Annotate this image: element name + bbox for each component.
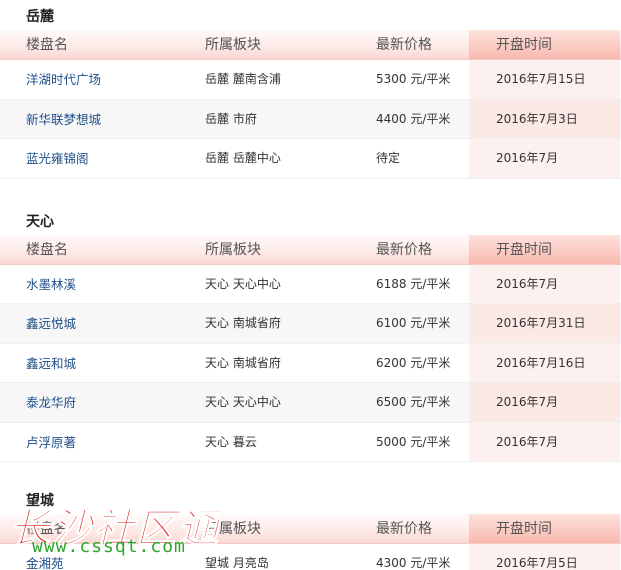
header-name: 楼盘名 xyxy=(26,521,68,537)
district-cell: 天心 天心中心 xyxy=(205,276,281,291)
price-cell: 6500 元/平米 xyxy=(376,395,451,409)
section-title: 岳麓 xyxy=(26,9,54,25)
property-link[interactable]: 蓝光雍锦阁 xyxy=(26,139,89,178)
district-cell: 岳麓 岳麓中心 xyxy=(205,151,281,165)
open-time-cell: 2016年7月5日 xyxy=(469,544,620,570)
open-time-cell: 2016年7月15日 xyxy=(469,60,620,99)
section-wangcheng: 望城 楼盘名 所属板块 最新价格 开盘时间 金湘苑 望城 月亮岛 4300 元/… xyxy=(0,484,621,570)
table-row: 鑫远悦城 天心 南城省府 6100 元/平米 2016年7月31日 xyxy=(0,304,621,344)
table-header: 楼盘名 所属板块 最新价格 开盘时间 xyxy=(0,234,621,265)
header-price: 最新价格 xyxy=(376,241,432,258)
table-row: 洋湖时代广场 岳麓 麓南含浦 5300 元/平米 2016年7月15日 xyxy=(0,60,621,100)
section-yuelu: 岳麓 楼盘名 所属板块 最新价格 开盘时间 洋湖时代广场 岳麓 麓南含浦 530… xyxy=(0,0,621,179)
header-price: 最新价格 xyxy=(376,521,432,537)
property-link[interactable]: 鑫远悦城 xyxy=(26,304,76,343)
section-title: 望城 xyxy=(26,493,54,509)
property-link[interactable]: 洋湖时代广场 xyxy=(26,60,101,99)
price-cell: 待定 xyxy=(376,151,401,165)
price-cell: 6100 元/平米 xyxy=(376,316,451,330)
price-cell: 5300 元/平米 xyxy=(376,72,451,86)
header-open-time: 开盘时间 xyxy=(469,234,620,264)
open-time-cell: 2016年7月3日 xyxy=(469,99,620,138)
price-cell: 6200 元/平米 xyxy=(376,355,451,370)
section-title: 天心 xyxy=(26,213,54,230)
district-cell: 天心 南城省府 xyxy=(205,355,281,370)
district-cell: 天心 暮云 xyxy=(205,434,257,449)
property-link[interactable]: 金湘苑 xyxy=(26,544,64,570)
district-cell: 岳麓 市府 xyxy=(205,111,257,126)
price-cell: 4300 元/平米 xyxy=(376,556,451,570)
table-row: 卢浮原著 天心 暮云 5000 元/平米 2016年7月 xyxy=(0,422,621,462)
open-time-cell: 2016年7月 xyxy=(469,422,620,461)
table-header: 楼盘名 所属板块 最新价格 开盘时间 xyxy=(0,514,621,544)
table-row: 鑫远和城 天心 南城省府 6200 元/平米 2016年7月16日 xyxy=(0,343,621,383)
header-district: 所属板块 xyxy=(205,241,261,258)
table-row: 蓝光雍锦阁 岳麓 岳麓中心 待定 2016年7月 xyxy=(0,139,621,179)
table-header: 楼盘名 所属板块 最新价格 开盘时间 xyxy=(0,30,621,60)
open-time-cell: 2016年7月31日 xyxy=(469,304,620,343)
open-time-cell: 2016年7月 xyxy=(469,383,620,422)
header-district: 所属板块 xyxy=(205,37,261,53)
open-time-cell: 2016年7月 xyxy=(469,139,620,178)
property-link[interactable]: 水墨林溪 xyxy=(26,265,76,304)
district-cell: 望城 月亮岛 xyxy=(205,556,269,570)
property-link[interactable]: 卢浮原著 xyxy=(26,423,76,462)
table-row: 水墨林溪 天心 天心中心 6188 元/平米 2016年7月 xyxy=(0,264,621,304)
section-tianxin: 天心 楼盘名 所属板块 最新价格 开盘时间 水墨林溪 天心 天心中心 6188 … xyxy=(0,205,621,462)
header-open-time: 开盘时间 xyxy=(469,514,620,543)
property-link[interactable]: 泰龙华府 xyxy=(26,383,76,422)
header-name: 楼盘名 xyxy=(26,241,68,258)
header-name: 楼盘名 xyxy=(26,37,68,53)
district-cell: 天心 南城省府 xyxy=(205,316,281,330)
district-cell: 岳麓 麓南含浦 xyxy=(205,72,281,86)
header-district: 所属板块 xyxy=(205,521,261,537)
district-cell: 天心 天心中心 xyxy=(205,395,281,409)
open-time-cell: 2016年7月 xyxy=(469,264,620,303)
property-link[interactable]: 鑫远和城 xyxy=(26,344,76,383)
header-price: 最新价格 xyxy=(376,37,432,53)
property-link[interactable]: 新华联梦想城 xyxy=(26,100,101,139)
price-cell: 4400 元/平米 xyxy=(376,111,451,126)
table-row: 新华联梦想城 岳麓 市府 4400 元/平米 2016年7月3日 xyxy=(0,99,621,139)
open-time-cell: 2016年7月16日 xyxy=(469,343,620,382)
price-cell: 6188 元/平米 xyxy=(376,276,451,291)
table-row: 泰龙华府 天心 天心中心 6500 元/平米 2016年7月 xyxy=(0,383,621,423)
header-open-time: 开盘时间 xyxy=(469,30,620,59)
table-row: 金湘苑 望城 月亮岛 4300 元/平米 2016年7月5日 xyxy=(0,544,621,570)
price-cell: 5000 元/平米 xyxy=(376,434,451,449)
